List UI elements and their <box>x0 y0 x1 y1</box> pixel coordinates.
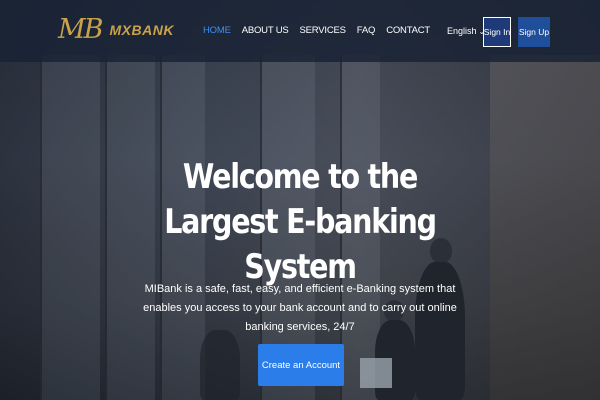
logo-mark: MB <box>58 14 103 45</box>
language-label: English <box>447 26 477 36</box>
navbar: MB MXBANK HOME ABOUT US SERVICES FAQ CON… <box>0 0 600 62</box>
sign-up-button[interactable]: Sign Up <box>518 17 550 47</box>
logo-text: MXBANK <box>109 21 174 38</box>
sign-in-button[interactable]: Sign In <box>483 17 511 47</box>
hero-title: Welcome to the Largest E-banking System <box>164 157 437 287</box>
brand-logo[interactable]: MB MXBANK <box>58 14 174 45</box>
person-silhouette <box>200 330 240 400</box>
nav-link-contact[interactable]: CONTACT <box>386 25 430 36</box>
nav-link-services[interactable]: SERVICES <box>300 25 346 36</box>
office-wall <box>490 55 600 400</box>
create-account-button[interactable]: Create an Account <box>258 344 344 386</box>
hero-description: MIBank is a safe, fast, easy, and effici… <box>143 283 457 333</box>
nav-link-faq[interactable]: FAQ <box>357 25 376 36</box>
window-pane <box>40 55 100 400</box>
language-selector[interactable]: English ⌄ <box>447 26 485 36</box>
laptop <box>360 358 392 388</box>
nav-link-home[interactable]: HOME <box>203 25 231 36</box>
nav-link-about-us[interactable]: ABOUT US <box>242 25 289 36</box>
window-pane <box>105 55 155 400</box>
nav-links: HOME ABOUT US SERVICES FAQ CONTACT <box>203 25 441 36</box>
